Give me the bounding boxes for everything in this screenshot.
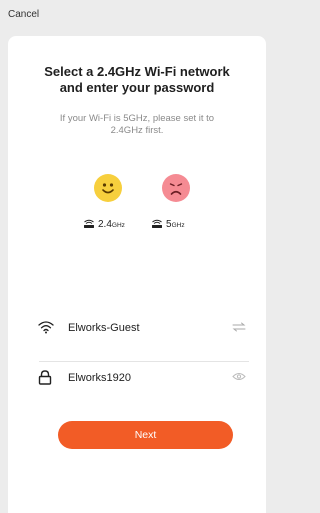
band-2-4ghz: 2.4 GHz	[83, 217, 125, 231]
wifi-setup-card: Select a 2.4GHz Wi-Fi network and enter …	[8, 36, 266, 513]
page-title: Select a 2.4GHz Wi-Fi network and enter …	[44, 64, 230, 95]
show-password-icon[interactable]	[232, 372, 246, 381]
cancel-button[interactable]: Cancel	[8, 9, 39, 21]
lock-icon	[38, 370, 52, 385]
password-value[interactable]: Elworks1920	[68, 372, 131, 385]
happy-face-icon	[94, 174, 122, 202]
top-bar: Cancel	[0, 0, 273, 26]
password-field[interactable]: Elworks1920	[38, 364, 248, 392]
wifi-icon	[38, 321, 54, 334]
router-icon	[84, 219, 94, 228]
band-5ghz: 5 GHz	[151, 217, 185, 231]
band-unit: GHz	[111, 221, 125, 229]
switch-network-icon[interactable]	[232, 322, 246, 332]
wifi-name-field[interactable]: Elworks-Guest	[38, 314, 248, 342]
wifi-name-value[interactable]: Elworks-Guest	[68, 322, 140, 335]
band-value: 2.4	[98, 218, 112, 230]
sad-face-icon	[162, 174, 190, 202]
next-button[interactable]: Next	[58, 421, 233, 449]
band-unit: GHz	[171, 221, 185, 229]
page-hint: If your Wi-Fi is 5GHz, please set it to …	[59, 113, 215, 136]
router-icon	[152, 219, 162, 228]
field-divider	[39, 361, 249, 362]
